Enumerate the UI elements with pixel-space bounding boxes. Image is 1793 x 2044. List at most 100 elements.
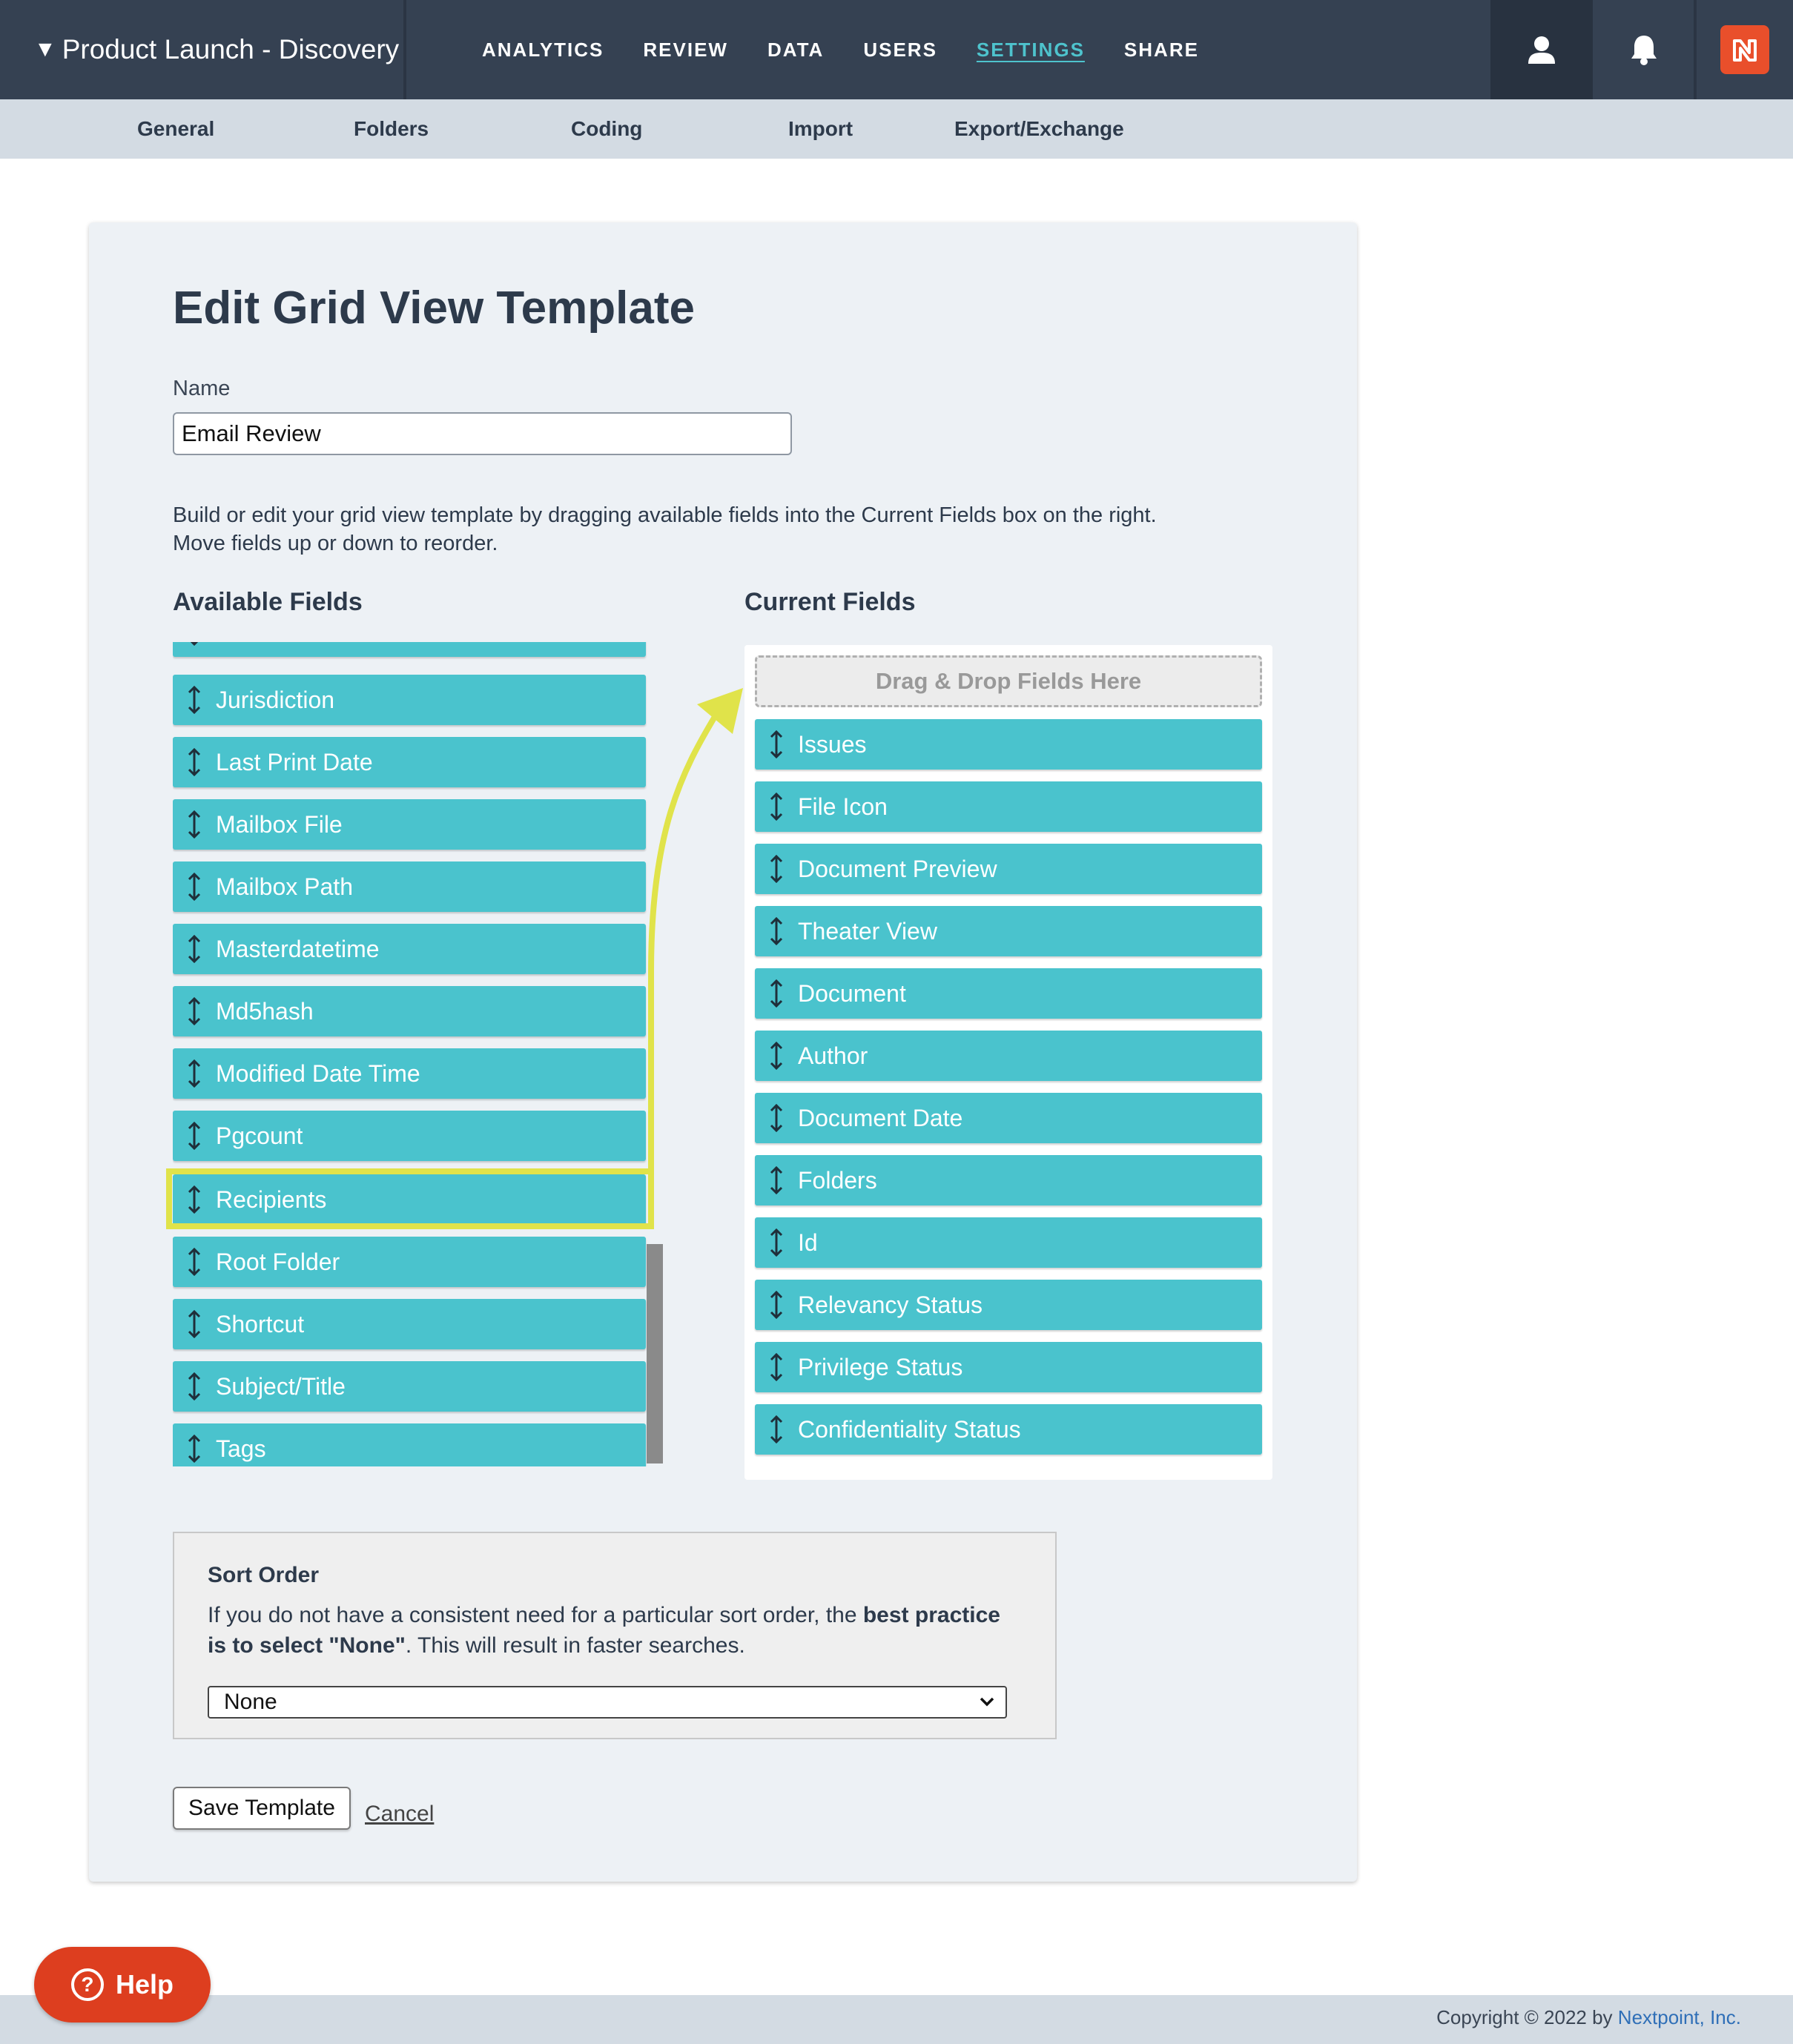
divider bbox=[403, 0, 406, 99]
field-label: Mailbox File bbox=[216, 810, 343, 838]
move-arrow-icon bbox=[188, 1372, 201, 1401]
field-label: File Icon bbox=[798, 793, 888, 820]
available-field[interactable]: Shortcut bbox=[173, 1299, 646, 1349]
available-field-partial[interactable] bbox=[173, 642, 646, 657]
move-arrow-icon bbox=[190, 642, 199, 646]
user-menu-button[interactable] bbox=[1490, 0, 1593, 99]
move-arrow-icon bbox=[770, 1352, 783, 1382]
available-field[interactable]: Jurisdiction bbox=[173, 675, 646, 725]
nav-analytics[interactable]: ANALYTICS bbox=[482, 39, 604, 62]
move-arrow-icon bbox=[770, 1103, 783, 1133]
move-arrow-icon bbox=[188, 1185, 201, 1214]
current-fields-box[interactable]: Drag & Drop Fields Here Issues File Icon… bbox=[744, 645, 1272, 1480]
user-icon bbox=[1528, 36, 1555, 64]
move-arrow-icon bbox=[770, 730, 783, 759]
current-field[interactable]: File Icon bbox=[755, 781, 1262, 832]
move-arrow-icon bbox=[188, 996, 201, 1026]
current-field[interactable]: Privilege Status bbox=[755, 1342, 1262, 1392]
move-arrow-icon bbox=[770, 1415, 783, 1444]
instructions-line-2: Move fields up or down to reorder. bbox=[173, 532, 498, 555]
available-field[interactable]: Mailbox File bbox=[173, 799, 646, 850]
nav-review[interactable]: REVIEW bbox=[643, 39, 728, 62]
move-arrow-icon bbox=[770, 1228, 783, 1257]
available-field[interactable]: Root Folder bbox=[173, 1237, 646, 1287]
subnav-import[interactable]: Import bbox=[788, 117, 853, 141]
move-arrow-icon bbox=[188, 1121, 201, 1151]
current-field[interactable]: Theater View bbox=[755, 906, 1262, 956]
available-field[interactable]: Modified Date Time bbox=[173, 1048, 646, 1099]
move-arrow-icon bbox=[188, 1434, 201, 1463]
available-fields-scrollbar[interactable] bbox=[647, 1244, 663, 1463]
settings-subnav: General Folders Coding Import Export/Exc… bbox=[0, 99, 1793, 159]
field-label: Recipients bbox=[216, 1185, 327, 1213]
available-field[interactable]: Tags bbox=[173, 1423, 646, 1466]
current-field[interactable]: Issues bbox=[755, 719, 1262, 770]
move-arrow-icon bbox=[770, 1165, 783, 1195]
current-field[interactable]: Folders bbox=[755, 1155, 1262, 1205]
available-field[interactable]: Last Print Date bbox=[173, 737, 646, 787]
field-label: Id bbox=[798, 1228, 818, 1256]
subnav-export-exchange[interactable]: Export/Exchange bbox=[954, 117, 1124, 141]
bell-icon bbox=[1631, 36, 1657, 65]
field-label: Tags bbox=[216, 1435, 266, 1462]
page-title: Edit Grid View Template bbox=[173, 282, 695, 334]
project-selector[interactable]: ▼ Product Launch - Discovery bbox=[0, 0, 403, 99]
field-label: Jurisdiction bbox=[216, 686, 335, 713]
move-arrow-icon bbox=[188, 1247, 201, 1277]
field-label: Mailbox Path bbox=[216, 873, 353, 900]
current-field[interactable]: Relevancy Status bbox=[755, 1280, 1262, 1330]
save-template-button[interactable]: Save Template bbox=[173, 1787, 351, 1830]
current-field[interactable]: Author bbox=[755, 1031, 1262, 1081]
current-field[interactable]: Confidentiality Status bbox=[755, 1404, 1262, 1455]
available-fields-heading: Available Fields bbox=[173, 588, 363, 616]
nav-users[interactable]: USERS bbox=[863, 39, 937, 62]
current-field[interactable]: Id bbox=[755, 1217, 1262, 1268]
copyright: Copyright © 2022 by Nextpoint, Inc. bbox=[1436, 2006, 1741, 2029]
move-arrow-icon bbox=[188, 810, 201, 839]
available-fields-list[interactable]: Jurisdiction Last Print Date Mailbox Fil… bbox=[173, 642, 662, 1466]
instructions-line-1: Build or edit your grid view template by… bbox=[173, 503, 1157, 527]
subnav-folders[interactable]: Folders bbox=[354, 117, 429, 141]
field-label: Document bbox=[798, 979, 906, 1007]
field-label: Root Folder bbox=[216, 1248, 340, 1275]
available-field[interactable]: Mailbox Path bbox=[173, 861, 646, 912]
current-field[interactable]: Document Date bbox=[755, 1093, 1262, 1143]
subnav-coding[interactable]: Coding bbox=[571, 117, 642, 141]
move-arrow-icon bbox=[188, 1059, 201, 1088]
field-label: Relevancy Status bbox=[798, 1291, 983, 1318]
notifications-button[interactable] bbox=[1594, 0, 1694, 99]
field-label: Folders bbox=[798, 1166, 877, 1194]
field-label: Last Print Date bbox=[216, 748, 373, 775]
available-field[interactable]: Subject/Title bbox=[173, 1361, 646, 1412]
nav-data[interactable]: DATA bbox=[767, 39, 824, 62]
subnav-general[interactable]: General bbox=[137, 117, 214, 141]
nav-share[interactable]: SHARE bbox=[1124, 39, 1199, 62]
current-field[interactable]: Document bbox=[755, 968, 1262, 1019]
main-nav: ANALYTICS REVIEW DATA USERS SETTINGS SHA… bbox=[482, 0, 1238, 99]
cancel-link[interactable]: Cancel bbox=[365, 1802, 434, 1827]
move-arrow-icon bbox=[188, 872, 201, 902]
name-label: Name bbox=[173, 377, 231, 400]
sort-order-select[interactable]: None bbox=[208, 1686, 1007, 1719]
nextpoint-logo-icon bbox=[1720, 25, 1769, 74]
available-field[interactable]: Md5hash bbox=[173, 986, 646, 1036]
move-arrow-icon bbox=[770, 916, 783, 946]
sort-order-help: If you do not have a consistent need for… bbox=[208, 1600, 1023, 1661]
nav-settings[interactable]: SETTINGS bbox=[977, 39, 1085, 62]
logo-button[interactable] bbox=[1697, 0, 1793, 99]
available-field[interactable]: Pgcount bbox=[173, 1111, 646, 1161]
field-label: Document Date bbox=[798, 1104, 963, 1131]
company-link[interactable]: Nextpoint, Inc. bbox=[1618, 2006, 1741, 2028]
help-button[interactable]: ? Help bbox=[34, 1947, 211, 2022]
field-label: Subject/Title bbox=[216, 1372, 346, 1400]
available-field[interactable]: Masterdatetime bbox=[173, 924, 646, 974]
available-field-recipients[interactable]: Recipients bbox=[173, 1174, 646, 1225]
name-input[interactable] bbox=[173, 412, 792, 455]
drop-zone[interactable]: Drag & Drop Fields Here bbox=[755, 655, 1262, 707]
current-field[interactable]: Document Preview bbox=[755, 844, 1262, 894]
question-icon: ? bbox=[70, 1968, 104, 2001]
field-label: Issues bbox=[798, 730, 867, 758]
move-arrow-icon bbox=[770, 854, 783, 884]
caret-down-icon: ▼ bbox=[34, 37, 56, 62]
move-arrow-icon bbox=[188, 1309, 201, 1339]
